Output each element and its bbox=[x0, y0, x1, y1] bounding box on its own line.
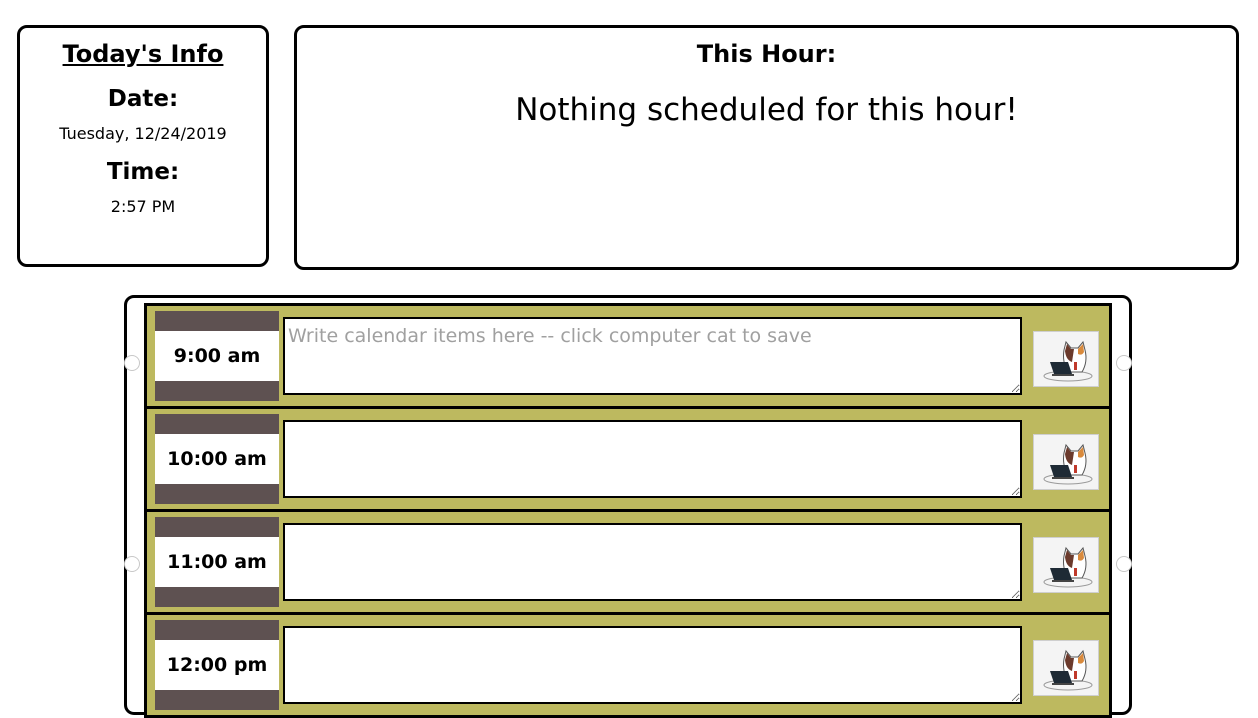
computer-cat-icon bbox=[1043, 340, 1093, 382]
time-block: 9:00 am bbox=[155, 311, 279, 401]
clock-icon bbox=[1116, 355, 1132, 371]
clock-icon bbox=[124, 556, 140, 572]
time-label-12pm: 12:00 pm bbox=[166, 654, 268, 676]
calendar-entry-12pm[interactable] bbox=[283, 626, 1022, 704]
computer-cat-icon bbox=[1043, 546, 1093, 588]
computer-cat-icon bbox=[1043, 649, 1093, 691]
hour-row-10am: 10:00 am bbox=[144, 409, 1112, 512]
time-block: 10:00 am bbox=[155, 414, 279, 504]
todays-info-panel: Today's Info Date: Tuesday, 12/24/2019 T… bbox=[17, 25, 269, 267]
time-label: Time: bbox=[106, 159, 180, 185]
calendar-entry-11am[interactable] bbox=[283, 523, 1022, 601]
time-block: 11:00 am bbox=[155, 517, 279, 607]
calendar-entry-10am[interactable] bbox=[283, 420, 1022, 498]
hour-row-9am: 9:00 am bbox=[144, 303, 1112, 409]
todays-info-title: Today's Info bbox=[62, 40, 224, 68]
this-hour-title: This Hour: bbox=[696, 40, 837, 68]
time-block: 12:00 pm bbox=[155, 620, 279, 710]
time-label-11am: 11:00 am bbox=[167, 551, 267, 573]
this-hour-panel: This Hour: Nothing scheduled for this ho… bbox=[294, 25, 1239, 270]
clock-icon bbox=[1116, 556, 1132, 572]
this-hour-message: Nothing scheduled for this hour! bbox=[515, 92, 1018, 128]
save-button-11am[interactable] bbox=[1033, 537, 1099, 593]
hour-row-12pm: 12:00 pm bbox=[144, 615, 1112, 718]
clock-icon bbox=[124, 355, 140, 371]
hour-rows: 9:00 am 10:00 am bbox=[144, 303, 1112, 718]
save-button-10am[interactable] bbox=[1033, 434, 1099, 490]
save-button-9am[interactable] bbox=[1033, 331, 1099, 387]
time-label-10am: 10:00 am bbox=[167, 448, 267, 470]
calendar-entry-9am[interactable] bbox=[283, 317, 1022, 395]
computer-cat-icon bbox=[1043, 443, 1093, 485]
date-value: Tuesday, 12/24/2019 bbox=[59, 124, 227, 143]
date-label: Date: bbox=[107, 86, 179, 112]
save-button-12pm[interactable] bbox=[1033, 640, 1099, 696]
hour-row-11am: 11:00 am bbox=[144, 512, 1112, 615]
time-value: 2:57 PM bbox=[110, 197, 176, 216]
time-label-9am: 9:00 am bbox=[173, 345, 261, 367]
